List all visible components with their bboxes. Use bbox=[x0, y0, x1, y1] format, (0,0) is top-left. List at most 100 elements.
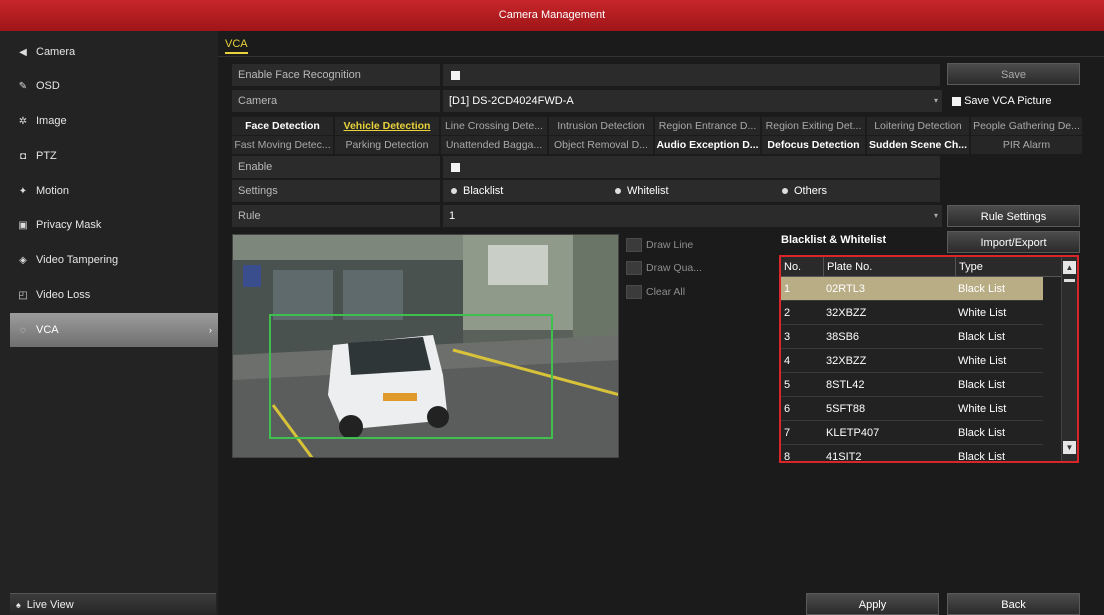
draw-quadrilateral-tool[interactable]: Draw Qua... bbox=[626, 259, 702, 277]
column-header-no[interactable]: No. bbox=[781, 257, 823, 277]
tab-detection-object-removal-d[interactable]: Object Removal D... bbox=[549, 136, 653, 154]
tab-detection-vehicle-detection[interactable]: Vehicle Detection bbox=[335, 117, 439, 135]
radio-dot-icon bbox=[615, 188, 621, 195]
rule-value: 1 bbox=[449, 210, 456, 222]
import-export-button[interactable]: Import/Export bbox=[947, 231, 1080, 253]
sidebar-item-vca[interactable]: ◌ VCA › bbox=[10, 313, 218, 347]
video-tampering-icon: ◈ bbox=[19, 255, 27, 266]
save-vca-picture[interactable]: Save VCA Picture bbox=[950, 90, 1052, 112]
sidebar-item-label: Motion bbox=[36, 185, 70, 197]
video-preview[interactable] bbox=[232, 234, 619, 458]
table-row[interactable]: 4 32XBZZ White List bbox=[781, 349, 1043, 373]
osd-icon: ✎ bbox=[18, 81, 28, 92]
tab-detection-people-gathering-de[interactable]: People Gathering De... bbox=[971, 117, 1082, 135]
camera-label: Camera bbox=[232, 90, 440, 112]
save-vca-picture-checkbox[interactable] bbox=[952, 96, 961, 106]
tab-detection-region-entrance-d[interactable]: Region Entrance D... bbox=[655, 117, 760, 135]
radio-blacklist-label: Blacklist bbox=[463, 185, 504, 197]
cell-plate: 32XBZZ bbox=[826, 307, 867, 319]
privacy-mask-icon: ▣ bbox=[18, 220, 28, 231]
sidebar-item-video-loss[interactable]: ◰ Video Loss bbox=[10, 278, 218, 312]
live-view-button[interactable]: ♠ Live View bbox=[10, 593, 216, 615]
sidebar-item-label: PTZ bbox=[36, 150, 57, 162]
table-row[interactable]: 7 KLETP407 Black List bbox=[781, 421, 1043, 445]
motion-icon: ✦ bbox=[18, 186, 28, 197]
cell-type: Black List bbox=[958, 427, 1006, 439]
sidebar-item-image[interactable]: ✲ Image bbox=[10, 104, 218, 138]
radio-whitelist[interactable]: Whitelist bbox=[613, 180, 669, 202]
clear-all-icon bbox=[626, 285, 642, 300]
table-row[interactable]: 1 02RTL3 Black List bbox=[781, 277, 1043, 301]
live-view-icon: ♠ bbox=[16, 600, 21, 610]
cell-type: Black List bbox=[958, 331, 1006, 343]
table-row[interactable]: 2 32XBZZ White List bbox=[781, 301, 1043, 325]
enable-face-checkbox[interactable] bbox=[451, 70, 460, 80]
chevron-down-icon: ▾ bbox=[933, 211, 938, 220]
sidebar-item-label: Video Tampering bbox=[36, 254, 119, 266]
tab-detection-region-exiting-det[interactable]: Region Exiting Det... bbox=[762, 117, 865, 135]
sidebar-item-label: Image bbox=[36, 115, 67, 127]
save-vca-picture-label: Save VCA Picture bbox=[964, 95, 1052, 107]
cell-type: White List bbox=[958, 403, 1007, 415]
tab-detection-fast-moving-detec[interactable]: Fast Moving Detec... bbox=[232, 136, 333, 154]
sidebar-item-osd[interactable]: ✎ OSD bbox=[10, 69, 218, 103]
table-row[interactable]: 8 41SIT2 Black List bbox=[781, 445, 1043, 461]
tab-detection-intrusion-detection[interactable]: Intrusion Detection bbox=[549, 117, 653, 135]
sidebar-item-label: VCA bbox=[36, 324, 59, 336]
camera-select[interactable]: [D1] DS-2CD4024FWD-A ▾ bbox=[443, 90, 942, 112]
rule-settings-button[interactable]: Rule Settings bbox=[947, 205, 1080, 227]
table-scrollbar[interactable]: ▲ ▼ bbox=[1061, 257, 1077, 461]
sidebar-item-motion[interactable]: ✦ Motion bbox=[10, 174, 218, 208]
cell-type: Black List bbox=[958, 283, 1006, 295]
draw-line-tool[interactable]: Draw Line bbox=[626, 236, 693, 254]
sidebar-item-video-tampering[interactable]: ◈ Video Tampering bbox=[10, 243, 218, 277]
rule-select[interactable]: 1 ▾ bbox=[443, 205, 942, 227]
sidebar-item-privacy-mask[interactable]: ▣ Privacy Mask bbox=[10, 208, 218, 242]
tab-detection-sudden-scene-ch[interactable]: Sudden Scene Ch... bbox=[867, 136, 969, 154]
ptz-icon: ◘ bbox=[19, 151, 27, 162]
tab-detection-loitering-detection[interactable]: Loitering Detection bbox=[867, 117, 969, 135]
clear-all-tool[interactable]: Clear All bbox=[626, 283, 685, 301]
tab-detection-line-crossing-dete[interactable]: Line Crossing Dete... bbox=[441, 117, 547, 135]
sidebar-item-camera[interactable]: ◀ Camera bbox=[10, 35, 218, 69]
save-button[interactable]: Save bbox=[947, 63, 1080, 85]
scroll-down-icon[interactable]: ▼ bbox=[1063, 441, 1076, 454]
cell-no: 1 bbox=[784, 283, 791, 295]
sidebar-item-ptz[interactable]: ◘ PTZ bbox=[10, 139, 218, 173]
scroll-thumb[interactable] bbox=[1064, 279, 1075, 282]
tab-detection-unattended-bagga[interactable]: Unattended Bagga... bbox=[441, 136, 547, 154]
tab-detection-parking-detection[interactable]: Parking Detection bbox=[335, 136, 439, 154]
column-header-plate[interactable]: Plate No. bbox=[823, 257, 953, 277]
radio-others[interactable]: Others bbox=[780, 180, 828, 202]
tab-detection-defocus-detection[interactable]: Defocus Detection bbox=[762, 136, 865, 154]
table-row[interactable]: 3 38SB6 Black List bbox=[781, 325, 1043, 349]
plate-table: No. Plate No. Type 1 02RTL3 Black List 2 32X… bbox=[779, 255, 1079, 463]
sidebar-item-label: Privacy Mask bbox=[36, 219, 102, 231]
tab-vca[interactable]: VCA bbox=[225, 38, 248, 54]
clear-all-label: Clear All bbox=[646, 286, 686, 298]
cell-plate: 02RTL3 bbox=[826, 283, 865, 295]
radio-blacklist[interactable]: Blacklist bbox=[449, 180, 504, 202]
scroll-up-icon[interactable]: ▲ bbox=[1063, 261, 1076, 274]
window-title: Camera Management bbox=[0, 0, 1104, 31]
radio-others-label: Others bbox=[794, 185, 828, 197]
enable-face-label: Enable Face Recognition bbox=[232, 64, 440, 86]
enable-checkbox[interactable] bbox=[451, 162, 460, 172]
list-title: Blacklist & Whitelist bbox=[781, 234, 887, 246]
tab-detection-pir-alarm[interactable]: PIR Alarm bbox=[971, 136, 1082, 154]
cell-no: 5 bbox=[784, 379, 791, 391]
cell-no: 2 bbox=[784, 307, 791, 319]
table-row[interactable]: 5 8STL42 Black List bbox=[781, 373, 1043, 397]
enable-field bbox=[443, 156, 940, 178]
apply-button[interactable]: Apply bbox=[806, 593, 939, 615]
sidebar-item-label: Video Loss bbox=[36, 289, 91, 301]
sidebar-item-label: Camera bbox=[36, 46, 76, 58]
table-row[interactable]: 6 5SFT88 White List bbox=[781, 397, 1043, 421]
tab-detection-face-detection[interactable]: Face Detection bbox=[232, 117, 333, 135]
tab-detection-audio-exception-d[interactable]: Audio Exception D... bbox=[655, 136, 760, 154]
settings-label: Settings bbox=[232, 180, 440, 202]
table-header: No. Plate No. Type bbox=[781, 257, 1063, 277]
back-button[interactable]: Back bbox=[947, 593, 1080, 615]
column-header-type[interactable]: Type bbox=[955, 257, 1043, 277]
camera-scene-image bbox=[233, 235, 618, 457]
